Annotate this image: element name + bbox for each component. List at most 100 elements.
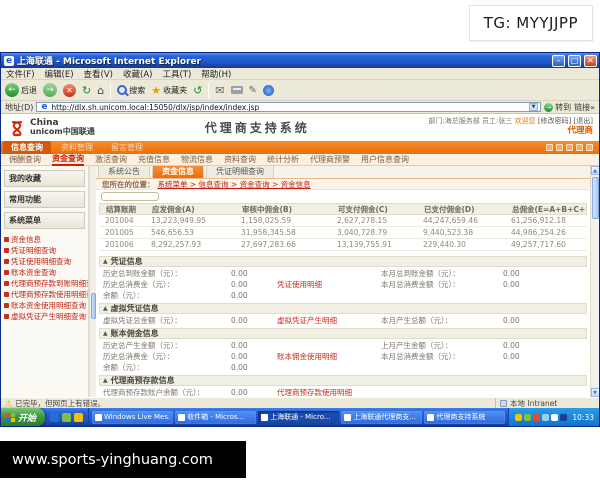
section-header-代理商预存款信息[interactable]: ▲代理商预存款信息 [99, 375, 587, 386]
tray-icon-5[interactable] [560, 414, 567, 421]
subnav-资金查询[interactable]: 资金查询 [52, 153, 84, 166]
table-cell: 9,440,523.38 [417, 228, 505, 237]
sidebar-link-凭证明细查询[interactable]: 凭证明细查询 [1, 245, 88, 256]
subnav-资料查询[interactable]: 资料查询 [224, 154, 256, 165]
print-button[interactable] [231, 86, 243, 94]
address-dropdown-icon[interactable]: ▼ [529, 103, 538, 111]
section-title: 账本佣金信息 [111, 328, 159, 339]
stop-button[interactable]: ✕ [63, 84, 76, 97]
history-button[interactable]: ↺ [193, 84, 202, 97]
sidebar-scrollbar[interactable] [89, 166, 96, 397]
quick-launch-icon-1[interactable] [62, 413, 71, 422]
mini-select-box[interactable] [101, 192, 159, 201]
tray-icon-1[interactable] [524, 414, 531, 421]
nav-tab-信息查询[interactable]: 信息查询 [3, 141, 51, 154]
menu-item-帮助(H)[interactable]: 帮助(H) [201, 68, 231, 80]
mail-button[interactable]: ✉ [215, 84, 224, 97]
secondary-nav: 佣酬查询资金查询激活查询充值信息物流信息资料查询统计分析代理商预警用户信息查询 [1, 154, 599, 166]
task-button-上海联通代理商支...[interactable]: 上海联通代理商支... [341, 411, 422, 424]
logout-link[interactable]: [退出] [574, 117, 593, 125]
sidebar-link-虚拟凭证产生明细查询[interactable]: 虚拟凭证产生明细查询 [1, 311, 88, 322]
section-header-凭证信息[interactable]: ▲凭证信息 [99, 256, 587, 267]
subnav-代理商预警[interactable]: 代理商预警 [310, 154, 350, 165]
quick-launch-icon-0[interactable] [50, 413, 59, 422]
table-row[interactable]: 201005546,656.5331,958,345.583,040,728.7… [99, 227, 587, 239]
task-button-收件箱 - Micros...[interactable]: 收件箱 - Micros... [175, 411, 256, 424]
watermark-site: www.sports-yinghuang.com [0, 441, 246, 478]
detail-link-账本佣金使用明细[interactable]: 账本佣金使用明细 [277, 352, 381, 361]
field-value-right: 0.00 [503, 316, 587, 325]
edit-button[interactable]: ✎ [249, 84, 257, 97]
main-scrollbar[interactable]: ▲ ▼ [590, 166, 599, 397]
quick-launch-icon-2[interactable] [74, 413, 83, 422]
section-header-账本佣金信息[interactable]: ▲账本佣金信息 [99, 328, 587, 339]
nav-quick-icon-2[interactable] [566, 144, 573, 151]
menu-item-收藏(A)[interactable]: 收藏(A) [123, 68, 152, 80]
maximize-button[interactable] [568, 55, 581, 67]
sidebar-scroll-thumb[interactable] [91, 293, 96, 319]
change-password-link[interactable]: [修改密码] [538, 117, 571, 125]
scroll-up-icon[interactable]: ▲ [591, 166, 600, 175]
subnav-用户信息查询[interactable]: 用户信息查询 [361, 154, 409, 165]
subnav-充值信息[interactable]: 充值信息 [138, 154, 170, 165]
nav-quick-icon-3[interactable] [576, 144, 583, 151]
content-tab-系统公告[interactable]: 系统公告 [98, 166, 150, 178]
subnav-统计分析[interactable]: 统计分析 [267, 154, 299, 165]
sidebar-link-代理商预存款使用明细查询[interactable]: 代理商预存款使用明细查询 [1, 289, 88, 300]
main-scroll-thumb[interactable] [592, 177, 599, 219]
task-button-上海联通 - Micro...[interactable]: 上海联通 - Micro... [258, 411, 339, 424]
breadcrumb-path[interactable]: 系统菜单 > 信息查询 > 资金查询 > 资金信息 [158, 179, 311, 190]
address-input[interactable]: e http://dlx.sh.unicom.local:15050/dlx/j… [36, 102, 541, 112]
subnav-激活查询[interactable]: 激活查询 [95, 154, 127, 165]
refresh-button[interactable]: ↻ [82, 84, 91, 97]
subnav-佣酬查询[interactable]: 佣酬查询 [9, 154, 41, 165]
content-tab-凭证明细查询[interactable]: 凭证明细查询 [206, 166, 274, 178]
favorites-button[interactable]: ★收藏夹 [151, 84, 187, 97]
close-button[interactable] [584, 55, 597, 67]
sidebar-link-账本资金使用明细查询[interactable]: 账本资金使用明细查询 [1, 300, 88, 311]
content-tab-资金信息[interactable]: 资金信息 [152, 166, 204, 178]
field-label-right: 本月产生总额（元）： [381, 316, 503, 325]
detail-link-代理商预存款使用明细[interactable]: 代理商预存款使用明细 [277, 388, 381, 397]
scroll-down-icon[interactable]: ▼ [591, 388, 600, 397]
sidebar-link-凭证使用明细查询[interactable]: 凭证使用明细查询 [1, 256, 88, 267]
nav-tab-留言管理[interactable]: 留言管理 [103, 141, 151, 154]
tray-icon-0[interactable] [515, 414, 522, 421]
sidebar-section-系统菜单[interactable]: 系统菜单 [4, 212, 85, 229]
forward-button[interactable]: → [43, 83, 57, 97]
start-button[interactable]: 开始 [1, 408, 45, 426]
search-button[interactable]: 搜索 [117, 85, 145, 96]
menu-item-查看(V)[interactable]: 查看(V) [84, 68, 113, 80]
table-row[interactable]: 20100413,223,949.951,158,025.592,627,278… [99, 215, 587, 227]
messenger-button[interactable] [263, 85, 274, 96]
section-header-虚拟凭证信息[interactable]: ▲虚拟凭证信息 [99, 303, 587, 314]
sidebar-section-我的收藏[interactable]: 我的收藏 [4, 170, 85, 187]
menu-item-文件(F)[interactable]: 文件(F) [6, 68, 35, 80]
detail-link-虚拟凭证产生明细[interactable]: 虚拟凭证产生明细 [277, 316, 381, 325]
task-label: 上海联通代理商支... [353, 412, 416, 422]
minimize-button[interactable] [552, 55, 565, 67]
menu-item-编辑(E)[interactable]: 编辑(E) [45, 68, 74, 80]
sidebar-link-资金信息[interactable]: 资金信息 [1, 234, 88, 245]
detail-link-凭证使用明细[interactable]: 凭证使用明细 [277, 280, 381, 289]
sidebar-link-代理商预存款到账明细查询[interactable]: 代理商预存款到账明细查询 [1, 278, 88, 289]
tray-icon-2[interactable] [533, 414, 540, 421]
sidebar-link-账本资金查询[interactable]: 账本资金查询 [1, 267, 88, 278]
tray-icon-4[interactable] [551, 414, 558, 421]
menu-item-工具(T)[interactable]: 工具(T) [162, 68, 191, 80]
back-button[interactable]: ←后退 [5, 83, 37, 97]
window-titlebar[interactable]: e 上海联通 - Microsoft Internet Explorer [1, 53, 599, 68]
task-button-Windows Live Mes...[interactable]: Windows Live Mes... [92, 411, 173, 424]
go-button[interactable]: → 转到 [544, 102, 571, 113]
subnav-物流信息[interactable]: 物流信息 [181, 154, 213, 165]
tray-icon-3[interactable] [542, 414, 549, 421]
sidebar-section-常用功能[interactable]: 常用功能 [4, 191, 85, 208]
links-label[interactable]: 链接» [574, 102, 595, 113]
task-button-代理商支持系统[interactable]: 代理商支持系统 [424, 411, 505, 424]
nav-quick-icon-1[interactable] [556, 144, 563, 151]
nav-quick-icon-0[interactable] [546, 144, 553, 151]
bullet-icon [4, 281, 9, 286]
nav-quick-icon-4[interactable] [586, 144, 593, 151]
home-button[interactable]: ⌂ [97, 84, 104, 97]
table-row[interactable]: 2010068,292,257.9327,697,283.6613,139,75… [99, 239, 587, 251]
